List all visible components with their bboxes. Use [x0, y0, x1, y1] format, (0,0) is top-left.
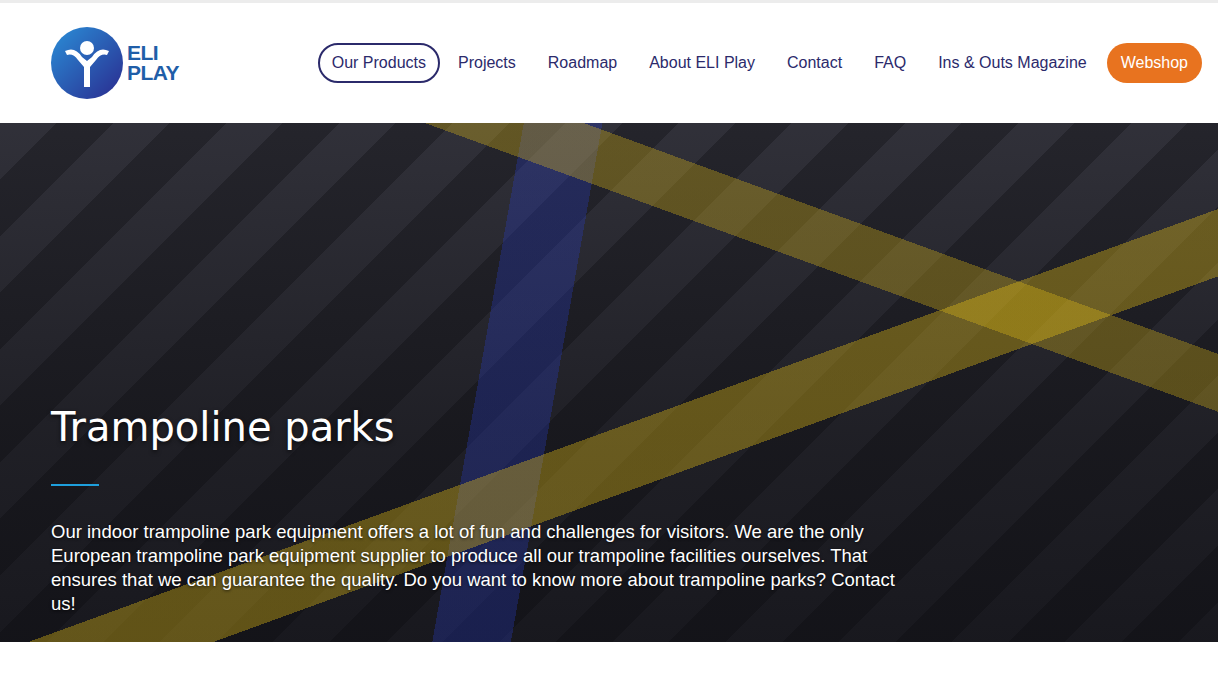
- hero-description: Our indoor trampoline park equipment off…: [51, 520, 911, 616]
- logo[interactable]: ELIPLAY: [51, 27, 179, 99]
- nav-link[interactable]: Projects: [444, 43, 530, 83]
- nav-link[interactable]: FAQ: [860, 43, 920, 83]
- site-header: ELIPLAY Our ProductsProjectsRoadmapAbout …: [0, 3, 1218, 123]
- nav-link[interactable]: Ins & Outs Magazine: [924, 43, 1101, 83]
- top-line: [0, 0, 1218, 3]
- logo-word[interactable]: PLAY: [127, 63, 179, 83]
- nav-link[interactable]: Contact: [773, 43, 856, 83]
- hero-banner: Trampoline parks Our indoor trampoline pa…: [0, 123, 1218, 642]
- webshop-button[interactable]: Webshop: [1107, 43, 1202, 83]
- hero-title: Trampoline parks: [51, 404, 1167, 450]
- title-underline: [51, 484, 99, 486]
- logo-text[interactable]: ELIPLAY: [127, 43, 179, 83]
- nav-link[interactable]: Roadmap: [534, 43, 631, 83]
- main-nav: Our ProductsProjectsRoadmapAbout ELI Pla…: [318, 43, 1202, 83]
- nav-link[interactable]: Our Products: [318, 43, 440, 83]
- nav-link[interactable]: About ELI Play: [635, 43, 769, 83]
- logo-word[interactable]: ELI: [127, 43, 179, 63]
- logo-icon[interactable]: [51, 27, 123, 99]
